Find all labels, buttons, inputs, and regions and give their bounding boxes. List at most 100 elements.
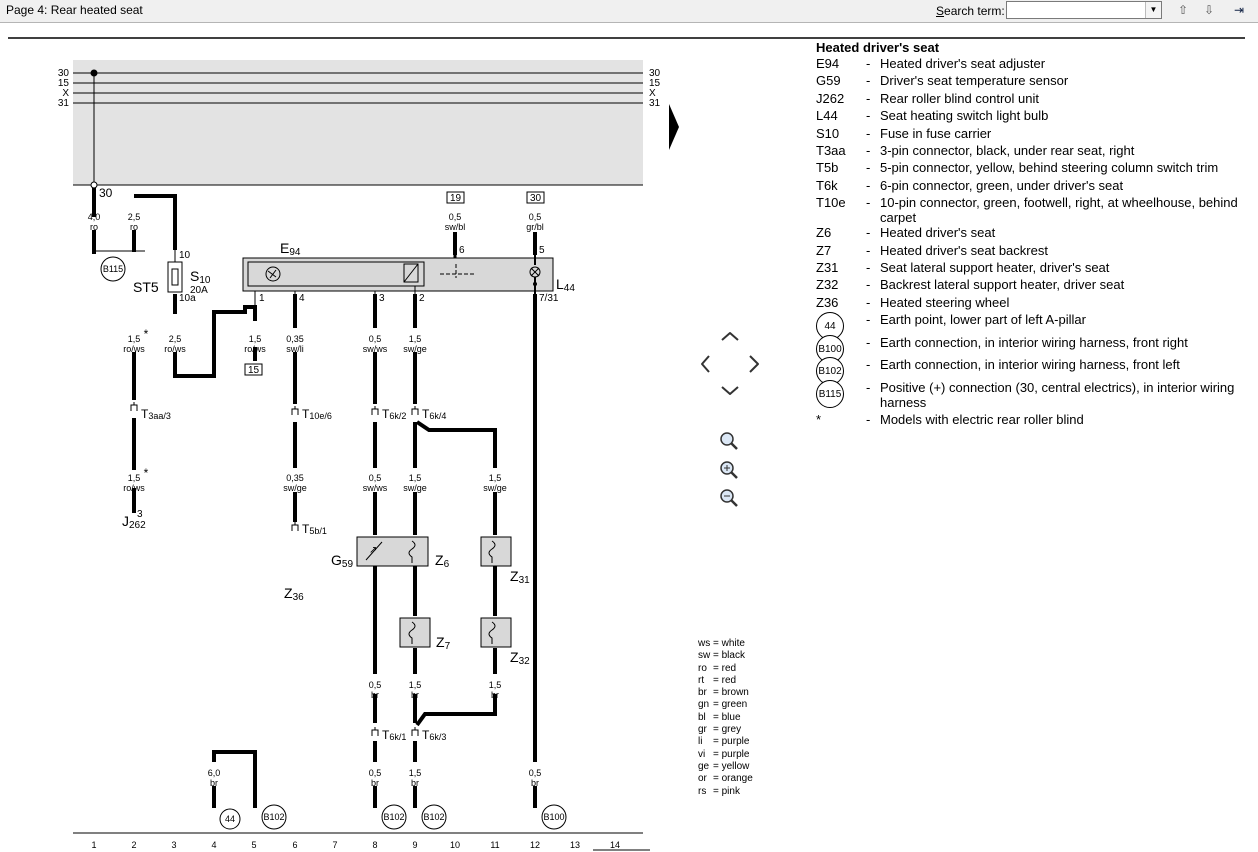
legend-item: L44- Seat heating switch light bulb — [816, 108, 1049, 124]
search-next-icon[interactable]: ⇩ — [1198, 1, 1220, 19]
svg-text:ro: ro — [90, 222, 98, 232]
z32-heater — [480, 617, 512, 648]
legend-note: * - Models with electric rear roller blind — [816, 412, 1084, 428]
color-code-row: rs = pink — [698, 785, 740, 797]
svg-text:1,5: 1,5 — [128, 334, 141, 344]
wire-label: 1,5sw/ge — [483, 473, 507, 493]
legend-item: Z36- Heated steering wheel — [816, 294, 1010, 310]
earth-44: 44 — [225, 814, 235, 824]
pin-1: 1 — [259, 293, 265, 304]
svg-text:br: br — [411, 690, 419, 700]
svg-text:9: 9 — [412, 840, 417, 850]
svg-text:gr/bl: gr/bl — [526, 222, 544, 232]
search-label-hotkey: S — [936, 4, 945, 18]
svg-text:1,5: 1,5 — [489, 680, 502, 690]
wire-label: 6,0br — [208, 768, 221, 788]
z36-label: Z36 — [284, 585, 304, 603]
svg-text:ro/ws: ro/ws — [244, 344, 266, 354]
ref-15: 15 — [248, 365, 260, 376]
color-code-row: ro = red — [698, 662, 737, 674]
legend-item: T5b -5-pin connector, yellow, behind stee… — [816, 160, 1219, 176]
svg-text:11: 11 — [490, 840, 499, 850]
svg-text:br: br — [210, 778, 218, 788]
z32-label: Z32 — [510, 649, 530, 667]
search-input[interactable] — [1007, 2, 1147, 18]
svg-text:br: br — [491, 690, 499, 700]
svg-text:1,5: 1,5 — [409, 768, 422, 778]
right-arrow-icon[interactable] — [749, 355, 759, 373]
wire-label: 1,5br — [409, 680, 422, 700]
l44-label: L44 — [556, 276, 575, 294]
earth-b102: B102 — [423, 812, 444, 822]
g59-z6-sensor-heater-block — [356, 536, 429, 567]
wire-label: 0,35sw/li — [286, 334, 304, 354]
connector-t10e-6: T10e/6 — [302, 407, 332, 421]
zoom-out-icon[interactable] — [720, 489, 738, 507]
svg-text:sw/ge: sw/ge — [283, 483, 307, 493]
svg-text:1,5: 1,5 — [409, 334, 422, 344]
svg-text:10: 10 — [450, 840, 460, 850]
svg-text:8: 8 — [372, 840, 377, 850]
svg-text:ro/ws: ro/ws — [164, 344, 186, 354]
wire-label: 1,5ro/ws — [244, 334, 266, 354]
wire-label: 1,5ro/ws — [123, 473, 145, 493]
wire-label: 0,5sw/bl — [445, 212, 466, 232]
wire-label: 0,5br — [529, 768, 542, 788]
down-arrow-icon[interactable] — [721, 386, 739, 395]
wire-label: 1,5ro/ws — [123, 334, 145, 354]
svg-text:↗: ↗ — [369, 545, 377, 556]
color-code-row: bl = blue — [698, 711, 741, 723]
svg-text:14: 14 — [610, 840, 620, 850]
exit-search-icon[interactable]: ⇥ — [1228, 1, 1250, 19]
svg-text:sw/ge: sw/ge — [483, 483, 507, 493]
svg-text:1,5: 1,5 — [409, 680, 422, 690]
legend-item: Z32- Backrest lateral support heater, dri… — [816, 277, 1125, 293]
svg-text:1: 1 — [91, 840, 96, 850]
search-previous-icon[interactable]: ⇧ — [1172, 1, 1194, 19]
wire-label: 0,5br — [369, 680, 382, 700]
svg-text:0,5: 0,5 — [369, 473, 382, 483]
connector-t6k-2: T6k/2 — [382, 407, 406, 421]
zoom-in-icon[interactable] — [720, 461, 738, 479]
color-code-row: sw = black — [698, 650, 745, 662]
ref-19: 19 — [450, 193, 462, 204]
connector-t6k-4: T6k/4 — [422, 407, 446, 421]
left-arrow-icon[interactable] — [701, 355, 710, 373]
rail-label-31-left: 31 — [58, 98, 70, 109]
wire-label: 2,5ro/ws — [164, 334, 186, 354]
e94-label: E94 — [280, 240, 301, 258]
legend-item: Z7- Heated driver's seat backrest — [816, 242, 1048, 258]
up-arrow-icon[interactable] — [721, 332, 739, 341]
color-code-row: vi = purple — [698, 748, 750, 760]
z6-label: Z6 — [435, 552, 450, 570]
magnifier-icon[interactable] — [720, 432, 738, 450]
earth-b102: B102 — [383, 812, 404, 822]
legend-item: 44- Earth point, lower part of left A-pil… — [816, 312, 1256, 341]
search-combobox[interactable]: ▼ — [1006, 1, 1162, 19]
page-title: Page 4: Rear heated seat — [6, 3, 143, 17]
wire-label: 4,0ro — [88, 212, 101, 232]
svg-text:1,5: 1,5 — [489, 473, 502, 483]
pin-10: 10 — [179, 250, 191, 261]
s10-label: S10 — [190, 268, 211, 286]
wire-label: 0,5sw/ws — [363, 334, 388, 354]
svg-text:sw/li: sw/li — [286, 344, 304, 354]
wire-color-codes: ws = white sw = black ro = red rt = red br = … — [698, 638, 753, 798]
wire-label: 0,5gr/bl — [526, 212, 544, 232]
svg-text:sw/ge: sw/ge — [403, 483, 427, 493]
wire-labels: 4,0ro 2,5ro 1,5ro/ws * 2,5ro/ws 1,5ro/ws… — [88, 212, 544, 788]
svg-text:1,5: 1,5 — [249, 334, 262, 344]
legend-item: T6k -6-pin connector, green, under driver… — [816, 177, 1124, 193]
chevron-down-icon[interactable]: ▼ — [1145, 2, 1161, 18]
svg-text:3: 3 — [171, 840, 176, 850]
color-code-row: rt = red — [698, 674, 737, 686]
color-code-row: ge = yellow — [698, 760, 750, 772]
legend-item: B100- Earth connection, in interior wirin… — [816, 334, 1256, 363]
svg-text:sw/ge: sw/ge — [403, 344, 427, 354]
wire-label: 0,5br — [369, 768, 382, 788]
svg-text:0,35: 0,35 — [286, 334, 304, 344]
next-page-icon[interactable] — [669, 104, 679, 150]
earth-b100: B100 — [543, 812, 564, 822]
svg-text:sw/ws: sw/ws — [363, 483, 388, 493]
wire-label: 2,5ro — [128, 212, 141, 232]
